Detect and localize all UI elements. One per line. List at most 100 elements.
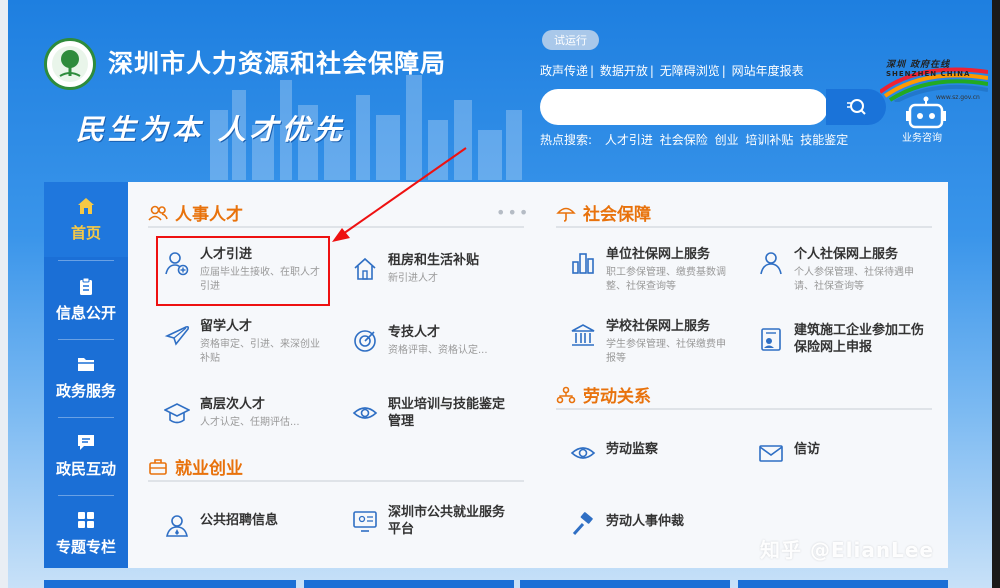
section-title-text: 就业创业 [175, 459, 243, 479]
service-name: 专技人才 [388, 325, 441, 340]
sidebar-item-interaction[interactable]: 政民互动 [44, 418, 128, 493]
sidebar-item-label: 专题专栏 [55, 538, 116, 556]
service-name: 人才引进 [200, 247, 253, 262]
eye-icon [570, 447, 596, 459]
service-desc: 职工参保管理、缴费基数调整、社保查询等 [606, 267, 726, 292]
graduation-cap-icon [164, 403, 190, 424]
service-professional-talent[interactable]: 专技人才 资格评审、资格认定... [352, 324, 532, 358]
top-link-open-data[interactable]: 数据开放 [600, 64, 648, 78]
service-name: 租房和生活补贴 [388, 253, 480, 268]
service-desc: 新引进人才 [388, 273, 438, 284]
umbrella-icon [556, 207, 576, 222]
service-construction-injury-insurance[interactable]: 建筑施工企业参加工伤保险网上申报 [758, 322, 930, 356]
window-edge [992, 0, 1000, 588]
sidebar-item-label: 政民互动 [55, 460, 116, 478]
service-name: 高层次人才 [200, 397, 266, 412]
hot-search-label: 热点搜索: [540, 133, 593, 147]
service-school-social-security[interactable]: 学校社保网上服务 学生参保管理、社保缴费申报等 [570, 318, 740, 366]
search-icon [847, 99, 866, 115]
service-high-level-talent[interactable]: 高层次人才 人才认定、任期评估... [164, 396, 334, 430]
envelope-icon [759, 445, 783, 462]
top-link-policy[interactable]: 政声传递 [540, 64, 588, 78]
sidebar-item-label: 首页 [70, 224, 101, 242]
top-link-accessibility[interactable]: 无障碍浏览 [660, 64, 720, 78]
tree-emblem-icon [52, 46, 88, 82]
service-name: 个人社保网上服务 [794, 247, 899, 262]
service-personal-social-security[interactable]: 个人社保网上服务 个人参保管理、社保待遇申请、社保查询等 [758, 246, 928, 294]
bottom-strip [520, 580, 730, 588]
gavel-icon [572, 512, 593, 536]
section-title-text: 社会保障 [583, 205, 651, 225]
service-desc: 学生参保管理、社保缴费申报等 [606, 339, 726, 364]
service-housing-subsidy[interactable]: 租房和生活补贴 新引进人才 [352, 252, 532, 286]
service-overseas-talent[interactable]: 留学人才 资格审定、引进、来深创业补贴 [164, 318, 334, 366]
service-name: 留学人才 [200, 319, 253, 334]
bottom-strip [738, 580, 948, 588]
airplane-icon [164, 325, 190, 346]
chat-icon [78, 435, 94, 450]
section-title-social-security[interactable]: 社会保障 [556, 200, 651, 225]
section-title-employment[interactable]: 就业创业 [148, 454, 243, 479]
more-dots-icon[interactable]: ••• [496, 203, 530, 222]
search-input[interactable] [540, 89, 828, 125]
section-title-talent[interactable]: 人事人才 [148, 200, 243, 225]
section-title-text: 人事人才 [175, 205, 243, 225]
search-button[interactable] [826, 89, 886, 125]
house-icon [354, 257, 376, 280]
service-labor-inspection[interactable]: 劳动监察 [570, 436, 740, 466]
sidebar-item-label: 信息公开 [55, 304, 116, 322]
people-icon [148, 205, 168, 221]
hot-term[interactable]: 人才引进 [605, 133, 653, 147]
bureau-logo[interactable] [44, 38, 96, 90]
top-link-annual-report[interactable]: 网站年度报表 [732, 64, 804, 78]
briefcase-icon [149, 458, 167, 475]
watermark: 知乎 @ElianLee [760, 538, 934, 562]
sidebar-item-info-disclosure[interactable]: 信息公开 [44, 262, 128, 337]
folder-icon [78, 358, 94, 371]
hot-term[interactable]: 培训补贴 [745, 133, 793, 147]
service-name: 学校社保网上服务 [606, 319, 711, 334]
service-labor-arbitration[interactable]: 劳动人事仲裁 [570, 508, 740, 538]
service-name: 职业培训与技能鉴定管理 [388, 397, 506, 429]
target-icon [354, 330, 376, 352]
service-name: 公共招聘信息 [200, 513, 279, 528]
service-name: 深圳市公共就业服务平台 [388, 505, 506, 537]
divider [556, 226, 932, 228]
service-desc: 人才认定、任期评估... [200, 417, 300, 428]
divider [148, 480, 524, 482]
sidebar-item-gov-services[interactable]: 政务服务 [44, 340, 128, 415]
service-public-recruitment[interactable]: 公共招聘信息 [164, 508, 334, 538]
consult-label[interactable]: 业务咨询 [902, 129, 942, 144]
service-talent-introduction[interactable]: 人才引进 应届毕业生接收、在职人才引进 [164, 246, 324, 294]
site-header: 深圳市人力资源和社会保障局 民生为本 人才优先 试运行 政声传递 | 数据开放 | … [0, 0, 1000, 180]
shenzhen-gov-logo-text: 深圳 政府在线 SHENZHEN CHINA [886, 60, 971, 78]
annotation-arrow [332, 147, 467, 242]
service-desc: 个人参保管理、社保待遇申请、社保查询等 [794, 267, 914, 292]
service-desc: 应届毕业生接收、在职人才引进 [200, 267, 320, 292]
service-name: 单位社保网上服务 [606, 247, 711, 262]
monitor-icon [353, 511, 377, 532]
divider [556, 408, 932, 410]
service-name: 建筑施工企业参加工伤保险网上申报 [794, 323, 925, 355]
service-petition[interactable]: 信访 [758, 436, 928, 466]
id-card-icon [761, 328, 781, 351]
site-title[interactable]: 深圳市人力资源和社会保障局 [108, 44, 446, 80]
sidebar-item-special-topics[interactable]: 专题专栏 [44, 496, 128, 571]
section-title-labor-relations[interactable]: 劳动关系 [556, 382, 651, 407]
service-employment-platform[interactable]: 深圳市公共就业服务平台 [352, 504, 522, 538]
hot-term[interactable]: 创业 [715, 133, 739, 147]
org-chart-icon [556, 386, 576, 403]
person-icon [760, 252, 782, 275]
school-icon [571, 324, 595, 346]
service-name: 信访 [794, 442, 821, 457]
building-chart-icon [572, 253, 594, 274]
hot-term[interactable]: 社会保险 [660, 133, 708, 147]
section-title-text: 劳动关系 [583, 387, 651, 407]
hot-term[interactable]: 技能鉴定 [800, 133, 848, 147]
sidebar-item-label: 政务服务 [55, 382, 116, 400]
service-employer-social-security[interactable]: 单位社保网上服务 职工参保管理、缴费基数调整、社保查询等 [570, 246, 740, 294]
service-vocational-training[interactable]: 职业培训与技能鉴定管理 [352, 396, 522, 430]
user-badge-icon [166, 515, 188, 537]
bottom-strip [44, 580, 296, 588]
sidebar-item-home[interactable]: 首页 [44, 182, 128, 257]
